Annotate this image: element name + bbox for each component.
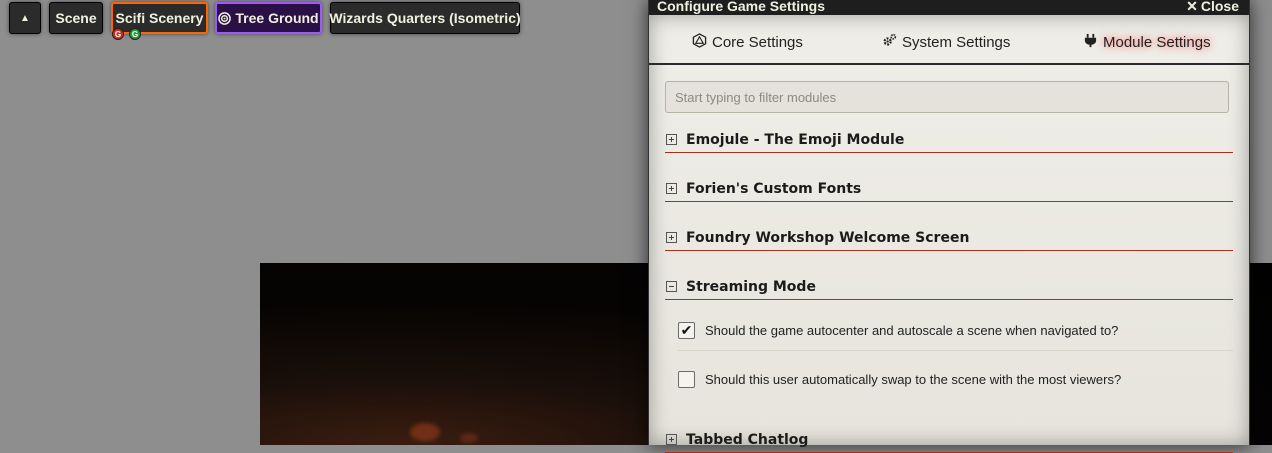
bullseye-icon bbox=[218, 11, 232, 25]
window-content: Core Settings System Settings Module Set… bbox=[649, 15, 1249, 453]
tab-label: Module Settings bbox=[1103, 34, 1211, 51]
setting-autocenter: ✔ Should the game autocenter and autosca… bbox=[678, 310, 1233, 351]
module-title: Emojule - The Emoji Module bbox=[686, 131, 905, 148]
setting-label: Should this user automatically swap to t… bbox=[705, 371, 1122, 387]
tab-module-settings[interactable]: Module Settings bbox=[1083, 33, 1211, 52]
module-title: Foundry Workshop Welcome Screen bbox=[686, 229, 970, 246]
canvas-light bbox=[460, 433, 478, 443]
module-header-forien[interactable]: Forien's Custom Fonts bbox=[665, 176, 1233, 202]
scene-button[interactable]: Scene bbox=[49, 2, 103, 34]
module-header-streaming[interactable]: Streaming Mode bbox=[665, 274, 1233, 300]
settings-tabs: Core Settings System Settings Module Set… bbox=[649, 15, 1249, 65]
module-title: Forien's Custom Fonts bbox=[686, 180, 862, 197]
expand-icon[interactable] bbox=[666, 134, 677, 145]
close-icon: ✕ bbox=[1186, 0, 1198, 14]
module-header-workshop[interactable]: Foundry Workshop Welcome Screen bbox=[665, 225, 1233, 251]
autocenter-checkbox[interactable]: ✔ bbox=[678, 321, 695, 339]
scene-wizards-quarters-button[interactable]: Wizards Quarters (Isometric) bbox=[329, 2, 521, 34]
tab-label: Core Settings bbox=[712, 34, 803, 51]
close-button[interactable]: ✕ Close bbox=[1186, 0, 1239, 13]
auto-swap-checkbox[interactable] bbox=[678, 370, 695, 388]
settings-window: Configure Game Settings ✕ Close Core Set… bbox=[648, 0, 1250, 453]
expand-icon[interactable] bbox=[666, 183, 677, 194]
user-indicator-red: G bbox=[112, 28, 124, 40]
module-title: Tabbed Chatlog bbox=[686, 431, 809, 448]
scene-tree-ground-button[interactable]: Tree Ground bbox=[215, 2, 322, 34]
checkmark-icon: ✔ bbox=[680, 321, 693, 338]
module-title: Streaming Mode bbox=[686, 278, 816, 295]
expand-icon[interactable] bbox=[666, 232, 677, 243]
expand-icon[interactable] bbox=[666, 434, 677, 445]
setting-label: Should the game autocenter and autoscale… bbox=[705, 322, 1119, 338]
collapse-nav-button[interactable]: ▲ bbox=[9, 2, 41, 34]
caret-up-icon: ▲ bbox=[20, 12, 30, 24]
window-title: Configure Game Settings bbox=[657, 0, 826, 14]
tab-label: System Settings bbox=[902, 34, 1011, 51]
tab-core-settings[interactable]: Core Settings bbox=[692, 33, 803, 52]
filter-placeholder: Start typing to filter modules bbox=[675, 89, 837, 105]
module-header-tabbed-chatlog[interactable]: Tabbed Chatlog bbox=[665, 427, 1233, 453]
module-filter-input[interactable]: Start typing to filter modules bbox=[665, 81, 1229, 113]
window-header[interactable]: Configure Game Settings ✕ Close bbox=[649, 0, 1249, 15]
gears-icon bbox=[882, 33, 897, 52]
d20-icon bbox=[692, 33, 707, 52]
collapse-icon[interactable] bbox=[666, 281, 677, 292]
canvas-light bbox=[410, 423, 440, 441]
user-indicator-green: G bbox=[129, 28, 141, 40]
module-header-emojule[interactable]: Emojule - The Emoji Module bbox=[665, 127, 1233, 153]
close-label: Close bbox=[1200, 0, 1239, 14]
tab-system-settings[interactable]: System Settings bbox=[882, 33, 1010, 52]
setting-auto-swap: Should this user automatically swap to t… bbox=[678, 359, 1233, 399]
scene-label: Tree Ground bbox=[235, 10, 319, 26]
scene-scifi-scenery-button[interactable]: Scifi Scenery bbox=[111, 2, 208, 34]
plug-icon bbox=[1083, 33, 1098, 52]
